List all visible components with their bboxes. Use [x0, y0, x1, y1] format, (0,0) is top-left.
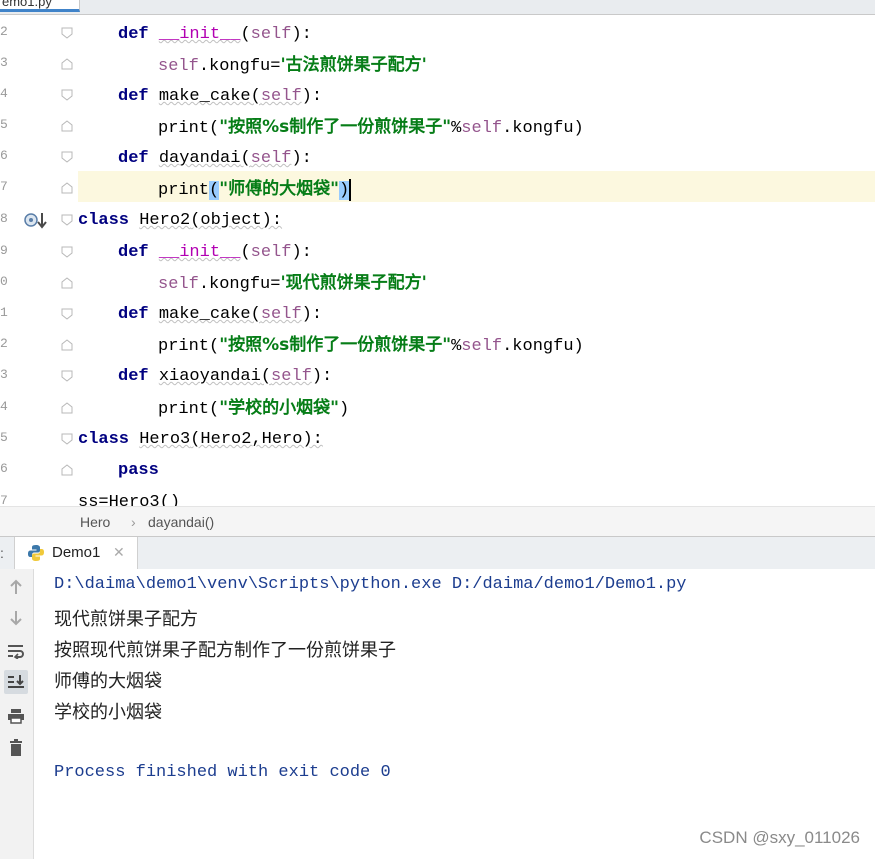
code-line: def xiaoyandai(self):	[118, 367, 333, 386]
code-line: self.kongfu='现代煎饼果子配方'	[158, 273, 427, 294]
fold-marker-icon[interactable]	[60, 369, 74, 383]
line-number: 9	[0, 243, 8, 258]
watermark: CSDN @sxy_011026	[699, 828, 860, 847]
line-number: 5	[0, 430, 8, 445]
line-number: 1	[0, 305, 8, 320]
code-line: class Hero3(Hero2,Hero):	[78, 430, 323, 449]
fold-marker-icon[interactable]	[60, 150, 74, 164]
line-number: 4	[0, 86, 8, 101]
fold-marker-icon[interactable]	[60, 88, 74, 102]
python-file-icon	[27, 544, 45, 562]
line-number: 3	[0, 55, 8, 70]
code-line: def make_cake(self):	[118, 87, 323, 106]
code-editor[interactable]: def __init__(self): self.kongfu='古法煎饼果子配…	[78, 15, 875, 506]
fold-marker-icon[interactable]	[60, 119, 74, 133]
code-line: print("按照%s制作了一份煎饼果子"%self.kongfu)	[158, 117, 584, 138]
arrow-down-icon[interactable]	[4, 606, 28, 630]
line-number: 3	[0, 367, 8, 382]
run-tab-demo1[interactable]: Demo1 ✕	[14, 537, 138, 569]
fold-marker-icon[interactable]	[60, 463, 74, 477]
soft-wrap-icon[interactable]	[4, 639, 28, 663]
code-line: def make_cake(self):	[118, 305, 323, 324]
code-line: pass	[118, 461, 159, 480]
fold-marker-icon[interactable]	[60, 213, 74, 227]
line-number: 4	[0, 399, 8, 414]
console-output[interactable]: D:\daima\demo1\venv\Scripts\python.exe D…	[34, 569, 875, 859]
run-tab-label: Demo1	[52, 544, 101, 561]
line-number: 8	[0, 211, 8, 226]
line-number: 2	[0, 336, 8, 351]
code-line: print("师傅的大烟袋")	[158, 178, 352, 201]
console-command-line[interactable]: D:\daima\demo1\venv\Scripts\python.exe D…	[54, 575, 687, 594]
code-line: ss=Hero3()	[78, 493, 181, 506]
fold-marker-icon[interactable]	[60, 401, 74, 415]
line-number: 7	[0, 179, 8, 194]
editor-tab-demo1[interactable]: emo1.py	[0, 0, 80, 12]
run-window-header: : Demo1 ✕	[0, 536, 875, 570]
line-number: 2	[0, 24, 8, 39]
breadcrumb-method[interactable]: dayandai()	[148, 514, 214, 530]
console-output-line: 按照现代煎饼果子配方制作了一份煎饼果子	[54, 640, 396, 661]
code-line: def __init__(self):	[118, 243, 312, 262]
trash-icon[interactable]	[4, 736, 28, 760]
scroll-to-end-icon[interactable]	[4, 670, 28, 694]
line-number: 6	[0, 148, 8, 163]
breakpoint-override-icon[interactable]	[24, 211, 48, 231]
fold-marker-icon[interactable]	[60, 338, 74, 352]
console-exit-message: Process finished with exit code 0	[54, 763, 391, 782]
text-caret	[349, 178, 352, 201]
editor-tab-label: emo1.py	[2, 0, 52, 9]
line-number: 6	[0, 461, 8, 476]
fold-marker-icon[interactable]	[60, 26, 74, 40]
breadcrumb-separator: ›	[131, 514, 136, 530]
editor-tab-strip: emo1.py	[0, 0, 875, 15]
breadcrumb-class[interactable]: Hero	[80, 514, 110, 530]
code-line: print("按照%s制作了一份煎饼果子"%self.kongfu)	[158, 335, 584, 356]
run-toolbar	[0, 569, 34, 859]
console-output-line: 师傅的大烟袋	[54, 671, 162, 692]
fold-marker-icon[interactable]	[60, 181, 74, 195]
fold-marker-icon[interactable]	[60, 307, 74, 321]
code-line: def __init__(self):	[118, 25, 312, 44]
fold-marker-icon[interactable]	[60, 432, 74, 446]
fold-marker-icon[interactable]	[60, 245, 74, 259]
line-number: 0	[0, 274, 8, 289]
print-icon[interactable]	[4, 704, 28, 728]
run-label-fragment: :	[0, 545, 4, 561]
fold-marker-icon[interactable]	[60, 276, 74, 290]
editor-gutter: 2 3 4 5 6 7 8 9 0 1 2 3 4 5 6 7	[0, 15, 78, 508]
console-output-line: 学校的小烟袋	[54, 702, 162, 723]
code-line: print("学校的小烟袋")	[158, 398, 350, 419]
line-number: 5	[0, 117, 8, 132]
breadcrumb: Hero › dayandai()	[0, 506, 875, 537]
arrow-up-icon[interactable]	[4, 575, 28, 599]
fold-marker-icon[interactable]	[60, 57, 74, 71]
code-line: def dayandai(self):	[118, 149, 312, 168]
code-line: self.kongfu='古法煎饼果子配方'	[158, 55, 427, 76]
console-output-line: 现代煎饼果子配方	[54, 609, 198, 630]
close-icon[interactable]: ✕	[113, 544, 125, 561]
code-line: class Hero2(object):	[78, 211, 283, 230]
